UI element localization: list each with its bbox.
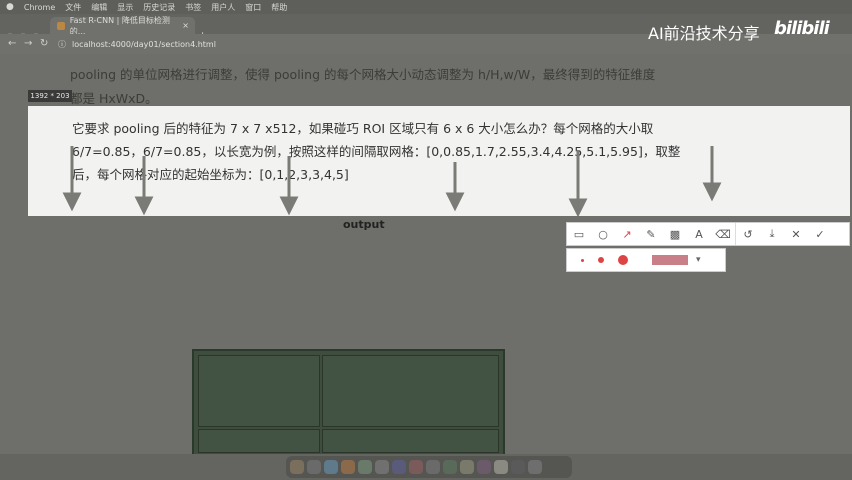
chrome-icon[interactable] (341, 460, 355, 474)
ellipse-icon[interactable]: ○ (591, 223, 615, 245)
output-label: output (343, 218, 385, 231)
watermark-text: AI前沿技术分享 (648, 24, 760, 43)
color-swatch[interactable] (652, 255, 688, 265)
app-icon[interactable] (392, 460, 406, 474)
annotation-options: ▾ (566, 248, 726, 272)
app-icon[interactable] (375, 460, 389, 474)
reload-icon[interactable]: ↻ (40, 38, 48, 49)
safari-icon[interactable] (324, 460, 338, 474)
menu-bar: ● Chrome 文件 编辑 显示 历史记录 书签 用户人 窗口 帮助 (0, 0, 852, 14)
close-tab-icon[interactable]: × (182, 21, 189, 30)
dock (0, 454, 852, 480)
selection-size-badge: 1392 * 203 (28, 90, 72, 102)
grid-cell (198, 355, 320, 427)
download-icon[interactable]: ⤓ (760, 223, 784, 245)
app-icon[interactable] (426, 460, 440, 474)
app-icon[interactable] (511, 460, 525, 474)
eraser-icon[interactable]: ⌫ (711, 223, 735, 245)
app-icon[interactable] (409, 460, 423, 474)
finder-icon[interactable] (290, 460, 304, 474)
dock-bar (286, 456, 572, 478)
menu-item[interactable]: 用户人 (211, 2, 235, 13)
chevron-down-icon[interactable]: ▾ (696, 255, 701, 265)
menu-item[interactable]: 窗口 (245, 2, 261, 13)
cancel-icon[interactable]: ✕ (784, 223, 808, 245)
grid-cell (322, 429, 499, 453)
mosaic-icon[interactable]: ▩ (663, 223, 687, 245)
browser-tab[interactable]: Fast R-CNN | 降低目标检测的... × (50, 16, 195, 36)
feature-grid-figure (192, 349, 505, 457)
favicon-icon (57, 21, 65, 30)
app-icon[interactable] (358, 460, 372, 474)
app-icon[interactable] (460, 460, 474, 474)
content-text-line: pooling 的单位网格进行调整，使得 pooling 的每个网格大小动态调整… (70, 67, 656, 82)
menu-item[interactable]: 书签 (185, 2, 201, 13)
arrow-icon[interactable]: ↗ (615, 223, 639, 245)
menu-item[interactable]: 历史记录 (143, 2, 175, 13)
app-icon[interactable] (443, 460, 457, 474)
url-text: localhost:4000/day01/section4.html (72, 39, 216, 49)
content-text-line: 都是 HxWxD。 (70, 91, 158, 106)
size-large-option[interactable] (618, 255, 628, 265)
size-medium-option[interactable] (598, 257, 604, 263)
pen-icon[interactable]: ✎ (639, 223, 663, 245)
screenshot-selection-area[interactable]: 它要求 pooling 后的特征为 7 x 7 x512，如果碰巧 ROI 区域… (28, 106, 850, 216)
annotation-toolbar: ▭ ○ ↗ ✎ ▩ A ⌫ ↺ ⤓ ✕ ✓ (566, 222, 850, 246)
bilibili-logo: bilibili (774, 18, 830, 39)
size-small-option[interactable] (581, 258, 584, 262)
annotation-arrows (62, 146, 722, 216)
grid-cell (198, 429, 320, 453)
text-icon[interactable]: A (687, 223, 711, 245)
info-icon[interactable]: ⓘ (58, 39, 66, 50)
menu-item[interactable]: 帮助 (271, 2, 287, 13)
url-field[interactable]: ⓘ localhost:4000/day01/section4.html (58, 37, 558, 51)
grid-cell (322, 355, 499, 427)
menu-item[interactable]: 显示 (117, 2, 133, 13)
back-icon[interactable]: ← (8, 38, 16, 49)
apple-icon[interactable]: ● (6, 2, 14, 12)
menu-app-name[interactable]: Chrome (24, 3, 55, 12)
launchpad-icon[interactable] (307, 460, 321, 474)
undo-icon[interactable]: ↺ (735, 223, 760, 245)
rectangle-icon[interactable]: ▭ (567, 223, 591, 245)
trash-icon[interactable] (528, 460, 542, 474)
app-icon[interactable] (494, 460, 508, 474)
confirm-icon[interactable]: ✓ (808, 223, 832, 245)
app-icon[interactable] (477, 460, 491, 474)
forward-icon[interactable]: → (24, 38, 32, 49)
menu-item[interactable]: 编辑 (91, 2, 107, 13)
menu-item[interactable]: 文件 (65, 2, 81, 13)
